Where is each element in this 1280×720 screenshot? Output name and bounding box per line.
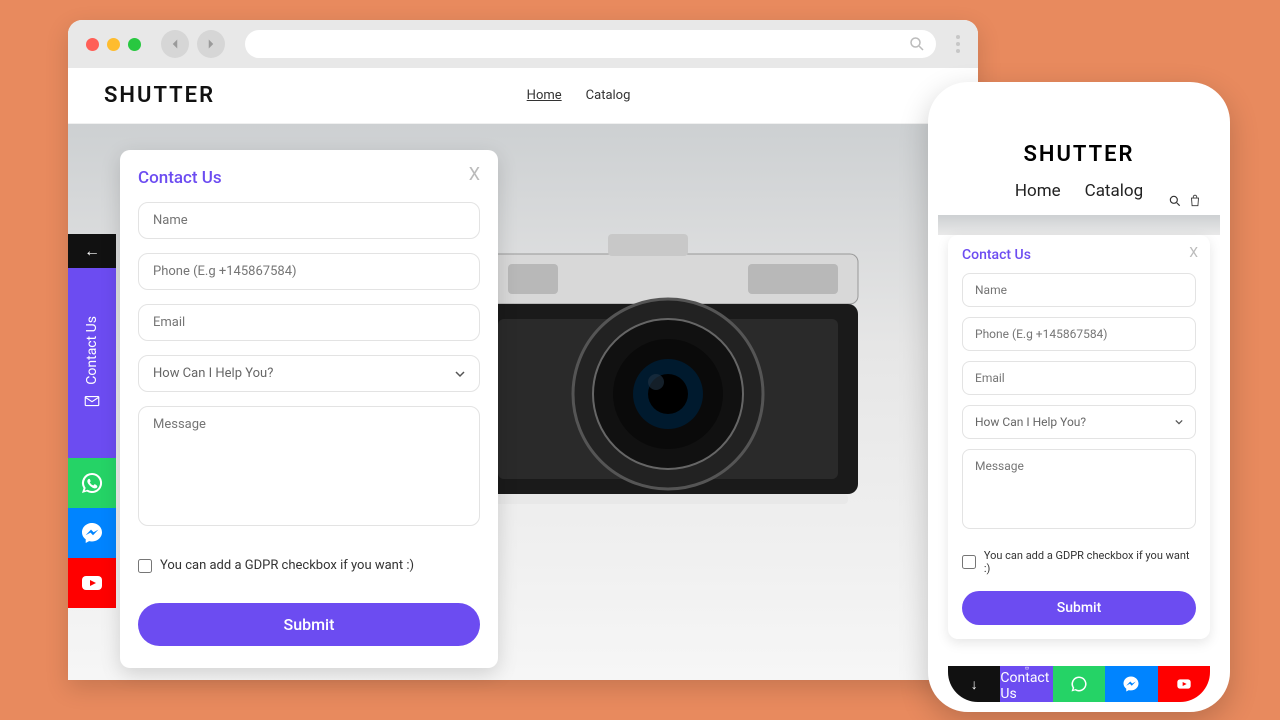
submit-button[interactable]: Submit <box>138 603 480 646</box>
mobile-dock-contact-label: Contact Us <box>1000 671 1052 702</box>
mobile-dock-messenger[interactable] <box>1105 666 1157 702</box>
site-header: SHUTTER Home Catalog <box>68 68 978 124</box>
youtube-icon <box>1174 676 1194 692</box>
minimize-window-icon[interactable] <box>107 38 120 51</box>
mobile-nav-catalog[interactable]: Catalog <box>1085 181 1144 201</box>
mobile-dock: ↓ Contact Us <box>948 666 1210 702</box>
whatsapp-icon <box>80 471 104 495</box>
browser-chrome <box>68 20 978 68</box>
mobile-message-textarea[interactable] <box>962 449 1196 529</box>
mobile-gdpr-row: You can add a GDPR checkbox if you want … <box>962 549 1196 575</box>
dock-contact-button[interactable]: Contact Us <box>68 268 116 458</box>
gdpr-label: You can add a GDPR checkbox if you want … <box>160 558 414 573</box>
nav-home[interactable]: Home <box>527 88 562 103</box>
modal-title: Contact Us <box>138 168 480 188</box>
help-select[interactable]: How Can I Help You? <box>138 355 480 392</box>
name-input[interactable] <box>138 202 480 239</box>
mobile-logo: SHUTTER <box>938 132 1220 181</box>
phone-mockup: SHUTTER Home Catalog Contact Us X How Ca… <box>928 82 1230 712</box>
mobile-contact-form: Contact Us X How Can I Help You? You can… <box>948 235 1210 639</box>
modal-close-button[interactable]: X <box>469 164 480 185</box>
mobile-modal-close[interactable]: X <box>1189 245 1198 261</box>
email-input[interactable] <box>138 304 480 341</box>
mobile-help-select[interactable]: How Can I Help You? <box>962 405 1196 439</box>
site-logo: SHUTTER <box>104 83 215 108</box>
mobile-gdpr-checkbox[interactable] <box>962 555 976 569</box>
mobile-phone-input[interactable] <box>962 317 1196 351</box>
mobile-dock-whatsapp[interactable] <box>1053 666 1105 702</box>
dock-collapse-button[interactable]: ← <box>68 234 116 268</box>
youtube-icon <box>80 571 104 595</box>
mobile-modal-title: Contact Us <box>962 247 1196 263</box>
mobile-name-input[interactable] <box>962 273 1196 307</box>
messenger-icon <box>1122 675 1140 693</box>
chevron-down-icon <box>455 369 465 379</box>
mail-icon <box>83 392 101 410</box>
messenger-icon <box>80 521 104 545</box>
traffic-lights <box>86 38 141 51</box>
dock-youtube-button[interactable] <box>68 558 116 608</box>
nav-catalog[interactable]: Catalog <box>586 88 631 103</box>
phone-screen: SHUTTER Home Catalog Contact Us X How Ca… <box>938 92 1220 702</box>
dock-whatsapp-button[interactable] <box>68 458 116 508</box>
phone-input[interactable] <box>138 253 480 290</box>
side-dock: ← Contact Us <box>68 234 116 608</box>
url-bar[interactable] <box>245 30 936 58</box>
maximize-window-icon[interactable] <box>128 38 141 51</box>
message-textarea[interactable] <box>138 406 480 526</box>
mobile-dock-contact[interactable]: Contact Us <box>1000 666 1052 702</box>
whatsapp-icon <box>1070 675 1088 693</box>
mobile-dock-youtube[interactable] <box>1158 666 1210 702</box>
dock-contact-label: Contact Us <box>84 316 100 385</box>
back-button[interactable] <box>161 30 189 58</box>
browser-menu-icon[interactable] <box>956 35 960 53</box>
mobile-dock-collapse[interactable]: ↓ <box>948 666 1000 702</box>
mobile-hero <box>938 215 1220 235</box>
forward-button[interactable] <box>197 30 225 58</box>
search-icon <box>908 35 926 53</box>
camera-illustration <box>448 164 898 544</box>
mobile-gdpr-label: You can add a GDPR checkbox if you want … <box>984 549 1196 575</box>
gdpr-row: You can add a GDPR checkbox if you want … <box>138 558 480 573</box>
mobile-submit-button[interactable]: Submit <box>962 591 1196 625</box>
contact-form-modal: Contact Us X How Can I Help You? You can… <box>120 150 498 668</box>
chevron-down-icon <box>1175 418 1183 426</box>
nav-arrows <box>161 30 225 58</box>
mobile-header-icons <box>1168 194 1202 208</box>
close-window-icon[interactable] <box>86 38 99 51</box>
mobile-help-label: How Can I Help You? <box>975 415 1086 429</box>
gdpr-checkbox[interactable] <box>138 559 152 573</box>
bag-icon[interactable] <box>1188 194 1202 208</box>
dock-messenger-button[interactable] <box>68 508 116 558</box>
mobile-email-input[interactable] <box>962 361 1196 395</box>
help-select-label: How Can I Help You? <box>153 366 273 381</box>
mobile-nav-home[interactable]: Home <box>1015 181 1061 201</box>
nav-links: Home Catalog <box>527 88 631 103</box>
search-icon[interactable] <box>1168 194 1182 208</box>
